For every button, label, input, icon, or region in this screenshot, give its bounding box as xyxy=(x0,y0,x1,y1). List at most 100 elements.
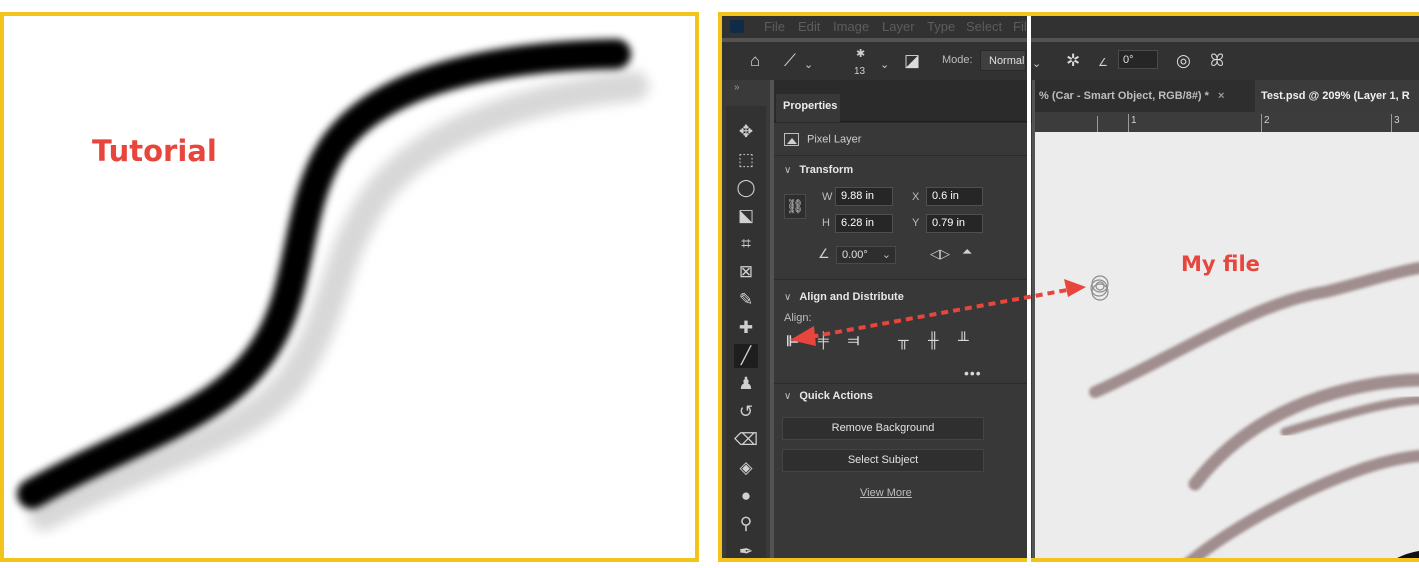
transform-section-header[interactable]: ∨ Transform xyxy=(784,164,853,176)
home-icon[interactable]: ⌂ xyxy=(750,51,760,71)
symmetry-butterfly-icon[interactable]: ꕤ xyxy=(1210,51,1224,71)
document-tabs: % (Car - Smart Object, RGB/8#) * × Test.… xyxy=(1035,80,1419,112)
brush-size-value: 13 xyxy=(854,66,866,77)
properties-tab-strip: Properties xyxy=(774,80,1032,122)
align-left-edges-icon[interactable]: ⊫ xyxy=(786,332,799,350)
properties-panel: Properties Pixel Layer ∨ Transform W 9.88… xyxy=(774,80,1032,558)
stamp-tool-icon[interactable]: ♟ xyxy=(734,372,758,396)
chevron-down-icon[interactable]: ⌄ xyxy=(804,55,813,75)
align-top-edges-icon[interactable]: ╥ xyxy=(898,332,909,349)
tutorial-label: Tutorial xyxy=(92,134,217,168)
align-label: Align: xyxy=(784,312,812,324)
flip-horizontal-icon[interactable]: ◁▷ xyxy=(930,246,950,262)
rotation-angle-value: 0.00° xyxy=(842,249,868,261)
brush-angle-input[interactable]: 0° xyxy=(1118,50,1158,69)
chevron-down-icon: ∨ xyxy=(784,292,792,303)
x-input[interactable]: 0.6 in xyxy=(926,187,983,206)
menu-file[interactable]: File xyxy=(764,19,785,34)
brush-tool-icon[interactable]: ╱ xyxy=(734,344,758,368)
pen-tool-icon[interactable]: ✒ xyxy=(734,540,758,558)
layer-type-label: Pixel Layer xyxy=(807,133,862,146)
document-tab-car[interactable]: % (Car - Smart Object, RGB/8#) * × xyxy=(1035,80,1253,112)
expand-panels-icon[interactable]: » xyxy=(734,82,740,93)
brush-tip-icon: ✱ xyxy=(856,48,866,60)
divider xyxy=(774,383,1032,384)
crop-tool-icon[interactable]: ⌗ xyxy=(734,232,758,256)
pressure-icon[interactable]: ◎ xyxy=(1176,51,1191,71)
lasso-tool-icon[interactable]: ◯ xyxy=(734,176,758,200)
move-tool-icon[interactable]: ✥ xyxy=(734,120,758,144)
divider xyxy=(774,155,1032,156)
dodge-tool-icon[interactable]: ⚲ xyxy=(734,512,758,536)
mode-label: Mode: xyxy=(942,54,973,66)
myfile-stroke xyxy=(1089,262,1419,398)
chevron-down-icon[interactable]: ⌄ xyxy=(1032,54,1041,74)
quick-actions-section-header[interactable]: ∨ Quick Actions xyxy=(784,390,873,402)
eyedropper-tool-icon[interactable]: ✎ xyxy=(734,288,758,312)
myfile-label: My file xyxy=(1181,252,1260,276)
chevron-down-icon: ⌄ xyxy=(881,249,891,261)
menu-edit[interactable]: Edit xyxy=(798,19,820,34)
history-brush-tool-icon[interactable]: ↺ xyxy=(734,400,758,424)
image-icon xyxy=(784,133,799,146)
gear-icon[interactable]: ✲ xyxy=(1066,51,1080,71)
remove-background-button[interactable]: Remove Background xyxy=(782,417,984,440)
align-bottom-edges-icon[interactable]: ╨ xyxy=(958,332,969,349)
transform-title: Transform xyxy=(799,164,854,176)
blur-tool-icon[interactable]: ● xyxy=(734,484,758,508)
menu-layer[interactable]: Layer xyxy=(882,19,915,34)
ruler-tick xyxy=(1097,116,1098,132)
align-section-header[interactable]: ∨ Align and Distribute xyxy=(784,291,904,303)
more-options-icon[interactable]: ••• xyxy=(964,365,982,381)
rotation-angle-select[interactable]: 0.00° ⌄ xyxy=(836,246,896,264)
horizontal-ruler: 1 2 3 xyxy=(1035,112,1419,132)
quick-actions-title: Quick Actions xyxy=(799,390,873,402)
height-label: H xyxy=(822,217,830,229)
document-tab-title: % (Car - Smart Object, RGB/8#) * xyxy=(1039,90,1209,102)
photoshop-window: File Edit Image Layer Type Select Filt ⌂… xyxy=(718,12,1419,562)
width-input[interactable]: 9.88 in xyxy=(835,187,893,206)
healing-brush-tool-icon[interactable]: ✚ xyxy=(734,316,758,340)
object-selection-tool-icon[interactable]: ⬕ xyxy=(734,204,758,228)
paint-bucket-tool-icon[interactable]: ◈ xyxy=(734,456,758,480)
tutorial-panel: Tutorial xyxy=(0,12,699,562)
align-vertical-centers-icon[interactable]: ╫ xyxy=(928,332,939,349)
link-dimensions-icon[interactable]: ⛓ xyxy=(784,194,806,219)
myfile-stroke xyxy=(1188,373,1419,491)
properties-body: Pixel Layer ∨ Transform W 9.88 in X 0.6 i… xyxy=(774,123,1032,558)
chevron-down-icon: ∨ xyxy=(784,165,792,176)
align-title: Align and Distribute xyxy=(799,291,904,303)
canvas[interactable]: My file xyxy=(1035,132,1419,558)
panel-divider xyxy=(1027,16,1031,562)
marquee-tool-icon[interactable]: ⬚ xyxy=(734,148,758,172)
mode-select[interactable]: Normal xyxy=(980,50,1026,71)
align-horizontal-centers-icon[interactable]: ╪ xyxy=(818,332,829,349)
chevron-down-icon[interactable]: ⌄ xyxy=(880,55,889,75)
align-right-edges-icon[interactable]: ⫤ xyxy=(848,332,859,349)
view-more-link[interactable]: View More xyxy=(860,487,912,499)
divider xyxy=(774,279,1032,280)
tab-properties[interactable]: Properties xyxy=(776,94,840,122)
myfile-stroke xyxy=(1185,450,1419,558)
photoshop-logo-icon xyxy=(730,20,744,33)
menu-select[interactable]: Select xyxy=(966,19,1002,34)
brush-settings-icon[interactable]: ◪ xyxy=(904,51,920,71)
ruler-tick xyxy=(1261,114,1262,132)
brush-preset-icon[interactable]: ⟋ xyxy=(784,51,796,71)
y-input[interactable]: 0.79 in xyxy=(926,214,983,233)
frame-tool-icon[interactable]: ⊠ xyxy=(734,260,758,284)
eraser-tool-icon[interactable]: ⌫ xyxy=(734,428,758,452)
layer-type-row: Pixel Layer xyxy=(784,133,861,146)
ruler-label: 2 xyxy=(1264,115,1270,126)
flip-vertical-icon[interactable]: ⏶ xyxy=(962,244,972,260)
select-subject-button[interactable]: Select Subject xyxy=(782,449,984,472)
menu-image[interactable]: Image xyxy=(833,19,869,34)
tutorial-stroke-drawing xyxy=(17,39,649,531)
document-tab-test[interactable]: Test.psd @ 209% (Layer 1, R xyxy=(1255,80,1419,112)
menu-type[interactable]: Type xyxy=(927,19,955,34)
ruler-tick xyxy=(1128,114,1129,132)
height-input[interactable]: 6.28 in xyxy=(835,214,893,233)
close-icon[interactable]: × xyxy=(1218,90,1224,102)
document-area: % (Car - Smart Object, RGB/8#) * × Test.… xyxy=(1035,80,1419,558)
ruler-tick xyxy=(1391,114,1392,132)
